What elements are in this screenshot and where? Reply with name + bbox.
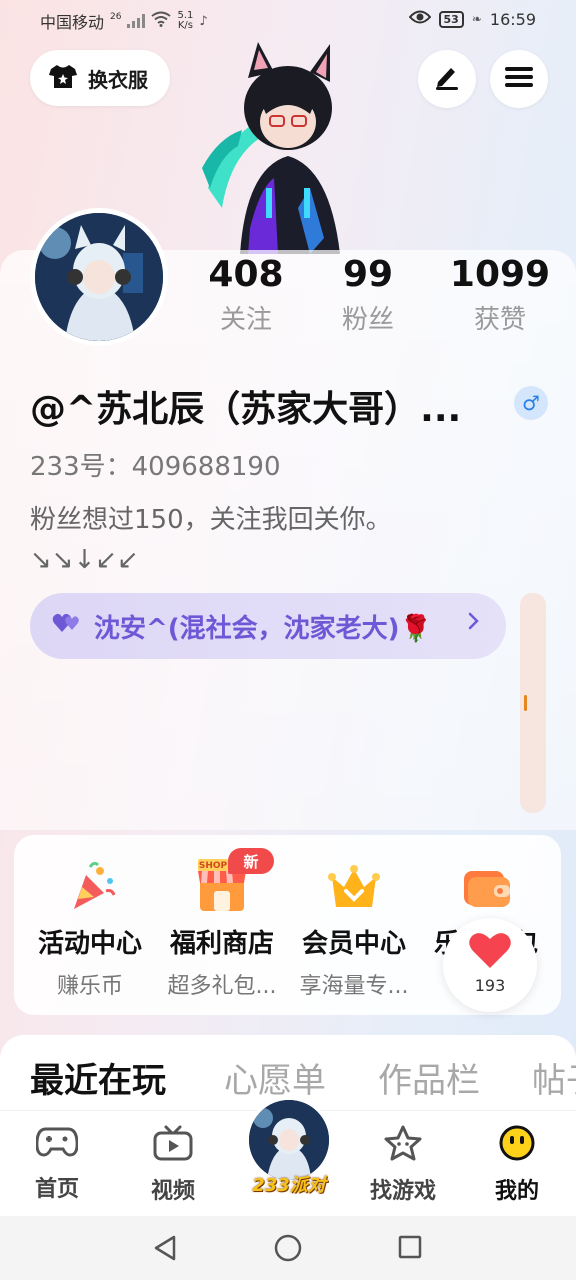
stat-likes[interactable]: 1099 获赞 <box>448 254 552 336</box>
bio-line-1: 粉丝想过150，关注我回关你。 <box>30 505 392 535</box>
tab-posts[interactable]: 帖子 <box>532 1053 576 1102</box>
new-badge: 新 <box>228 848 274 874</box>
back-icon[interactable] <box>152 1234 178 1266</box>
avatar-character-figure[interactable] <box>200 38 360 254</box>
battery-icon: 53 <box>438 10 464 28</box>
tab-recently-played[interactable]: 最近在玩 <box>30 1053 166 1102</box>
user-id[interactable]: 233号：409688190 <box>30 446 281 483</box>
carrier-label: 中国移动 <box>40 13 105 32</box>
nav-label: 视频 <box>150 1179 195 1204</box>
change-outfit-button[interactable]: 换衣服 <box>30 50 170 106</box>
pen-icon <box>433 64 461 94</box>
feature-subtitle: 赚乐币 <box>56 974 123 999</box>
change-outfit-label: 换衣服 <box>88 67 148 92</box>
feature-title: 活动中心 <box>37 929 142 959</box>
fans-count: 99 <box>342 254 394 295</box>
tab-wishlist[interactable]: 心愿单 <box>224 1053 326 1102</box>
eye-icon <box>408 9 431 29</box>
music-icon: ♪ <box>199 13 208 29</box>
heart-icon <box>443 930 537 974</box>
like-count: 193 <box>474 976 506 995</box>
following-count: 408 <box>208 254 284 295</box>
nav-label-party: 233派对 <box>252 1175 326 1196</box>
smiley-icon <box>472 1125 562 1165</box>
feature-welfare-shop[interactable]: SHOP 福利商店 超多礼包... <box>156 857 288 1000</box>
feature-subtitle: 超多礼包... <box>167 974 277 999</box>
nav-home[interactable]: 首页 <box>12 1125 102 1203</box>
nav-find-games[interactable]: 找游戏 <box>358 1125 448 1205</box>
wallet-icon <box>456 857 516 917</box>
hearts-icon <box>52 611 82 641</box>
recents-square-icon[interactable] <box>398 1234 422 1264</box>
hamburger-menu-icon <box>505 66 533 92</box>
edit-profile-button[interactable] <box>418 50 476 108</box>
following-label: 关注 <box>219 305 272 335</box>
stat-fans[interactable]: 99 粉丝 <box>326 254 410 336</box>
wifi-icon <box>151 11 172 31</box>
tshirt-icon <box>48 63 78 94</box>
avatar[interactable] <box>30 208 168 346</box>
feature-activity-center[interactable]: 活动中心 赚乐币 <box>24 857 156 1000</box>
signal-icon <box>127 14 146 28</box>
username: @^苏北辰（苏家大哥）... <box>30 389 462 430</box>
bio-line-2: ↘↘↓↙↙ <box>30 545 139 575</box>
network-type: 26 <box>110 12 122 22</box>
relationship-pill[interactable]: 沈安^(混社会，沈家老大)🌹 <box>30 593 506 659</box>
likes-received-label: 获赞 <box>473 305 526 335</box>
gamepad-icon <box>12 1125 102 1163</box>
nav-video[interactable]: 视频 <box>128 1125 218 1205</box>
tv-icon <box>128 1125 218 1165</box>
leaf-icon: ❧ <box>471 12 482 26</box>
likes-received-count: 1099 <box>449 254 551 295</box>
feature-title: 福利商店 <box>169 929 274 959</box>
star-icon <box>358 1125 448 1165</box>
nav-mine[interactable]: 我的 <box>472 1125 562 1205</box>
party-popper-icon <box>60 857 120 917</box>
chevron-right-icon <box>468 611 480 637</box>
nav-label: 找游戏 <box>369 1179 436 1204</box>
fans-label: 粉丝 <box>341 305 394 335</box>
crown-icon <box>324 857 384 917</box>
feature-vip-center[interactable]: 会员中心 享海量专... <box>288 857 420 1000</box>
net-speed: 5.1 K/s <box>177 10 194 31</box>
stat-following[interactable]: 408 关注 <box>204 254 288 336</box>
like-button[interactable]: 193 <box>443 918 537 1012</box>
shop-sign: SHOP <box>199 861 228 871</box>
home-circle-icon[interactable] <box>274 1234 302 1266</box>
status-bar: 中国移动 26 5.1 K/s ♪ 53 ❧ 16:59 <box>0 0 576 40</box>
feature-subtitle: 享海量专... <box>299 974 409 999</box>
nav-label: 首页 <box>34 1177 79 1202</box>
nav-label: 我的 <box>494 1179 539 1204</box>
side-scroll-strip[interactable] <box>520 593 546 813</box>
bottom-navigation: 首页 视频 233派对 找游戏 我的 <box>0 1097 576 1216</box>
tab-works[interactable]: 作品栏 <box>378 1053 480 1102</box>
clock-time: 16:59 <box>489 9 536 29</box>
relationship-label: 沈安^(混社会，沈家老大)🌹 <box>94 613 432 644</box>
feature-title: 会员中心 <box>301 929 406 959</box>
bio: 粉丝想过150，关注我回关你。 ↘↘↓↙↙ <box>30 500 392 580</box>
system-navigation-bar <box>0 1216 576 1280</box>
menu-button[interactable] <box>490 50 548 108</box>
male-gender-icon: ♂ <box>514 386 548 420</box>
